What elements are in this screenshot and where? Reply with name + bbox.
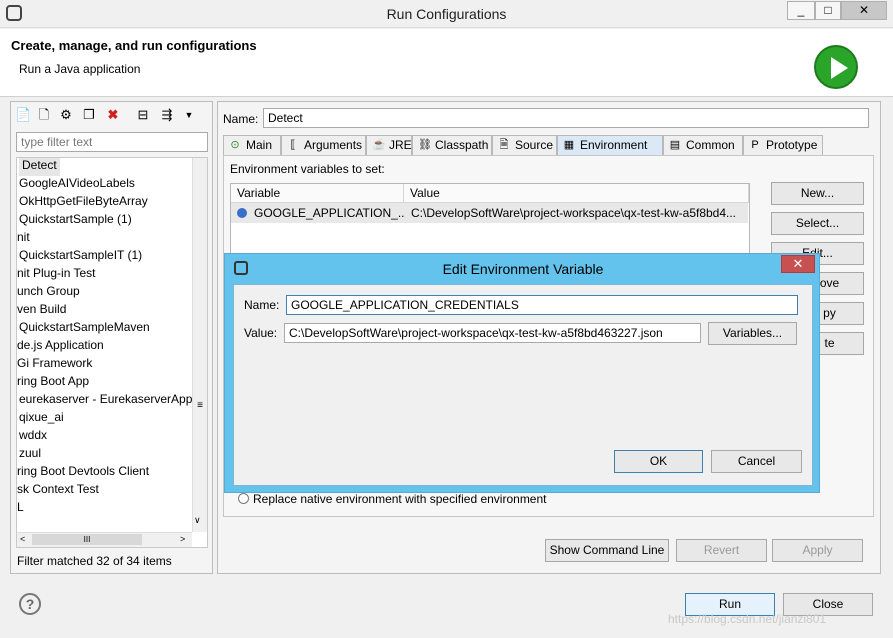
tree-item[interactable]: OkHttpGetFileByteArray [19,194,148,212]
window-title: Run Configurations [386,6,507,22]
scroll-left-icon[interactable]: < [20,534,25,544]
tree-item[interactable]: Gi Framework [17,356,92,374]
common-icon: ▤ [669,139,681,151]
filter-input[interactable]: type filter text [16,132,208,152]
minimize-button[interactable]: _ [787,1,815,20]
tab-common[interactable]: ▤ Common [663,135,743,155]
dialog-value-label: Value: [244,326,278,340]
filter-status-text: Filter matched 32 of 34 items [17,554,172,568]
tree-horizontal-scrollbar[interactable]: < III > [17,532,192,547]
replace-native-radio[interactable]: Replace native environment with specifie… [238,492,547,506]
tab-main[interactable]: ⊙ Main [223,135,281,155]
tree-item[interactable]: de.js Application [17,338,104,356]
new-config-icon[interactable]: 📄 [15,107,31,123]
tree-item-detect[interactable]: Detect [19,158,60,176]
replace-native-label: Replace native environment with specifie… [253,492,547,506]
scroll-down-icon[interactable]: ∨ [194,515,201,526]
select-button[interactable]: Select... [771,212,864,235]
tree-item[interactable]: nit [17,230,30,248]
help-icon[interactable]: ? [19,593,41,615]
tree-item[interactable]: ven Build [17,302,66,320]
window-titlebar: Run Configurations _ □ ✕ [0,0,893,28]
scroll-grip[interactable]: ≡ [195,390,205,422]
tab-source[interactable]: 🗎 Source [492,135,557,155]
source-icon: 🗎 [499,139,509,151]
tree-item[interactable]: wddx [19,428,47,446]
env-vars-label: Environment variables to set: [230,162,385,176]
env-var-icon [237,208,247,218]
name-input[interactable]: Detect [263,108,869,128]
column-header-value[interactable]: Value [404,184,749,203]
tab-bar: ⊙ Main ⟦ Arguments ☕ JRE ⛓ Classpath 🗎 Source… [223,135,883,155]
apply-button[interactable]: Apply [772,539,863,562]
classpath-icon: ⛓ [418,139,432,151]
column-header-variable[interactable]: Variable [231,184,404,203]
tree-item[interactable]: GoogleAIVideoLabels [19,176,135,194]
configuration-tree: Detect GoogleAIVideoLabels OkHttpGetFile… [16,157,208,548]
duplicate-icon[interactable]: ❐ [81,107,97,123]
table-cell-value: C:\DevelopSoftWare\project-workspace\qx-… [411,206,737,220]
new-prototype-icon[interactable]: 🗋 [36,107,52,123]
configuration-list-pane: 📄 🗋 ⚙ ❐ ✖ ⊟ ⇶ ▼ type filter text Detect … [10,101,213,574]
ok-button[interactable]: OK [614,450,703,473]
radio-icon[interactable] [238,493,249,504]
tree-item[interactable]: eurekaserver - EurekaserverApplic [19,392,204,410]
tab-classpath[interactable]: ⛓ Classpath [412,135,492,155]
dialog-name-input[interactable]: GOOGLE_APPLICATION_CREDENTIALS [286,295,798,315]
table-cell-variable: GOOGLE_APPLICATION_... [254,206,404,220]
maximize-button[interactable]: □ [815,1,841,20]
cancel-button[interactable]: Cancel [711,450,802,473]
export-icon[interactable]: ⚙ [58,107,74,123]
tree-item[interactable]: unch Group [17,284,80,302]
tree-item[interactable]: qixue_ai [19,410,64,428]
close-window-button[interactable]: ✕ [841,1,887,20]
tree-item[interactable]: ring Boot Devtools Client [17,464,149,482]
tree-item[interactable]: nit Plug-in Test [17,266,96,284]
dialog-value-input[interactable]: C:\DevelopSoftWare\project-workspace\qx-… [284,323,701,343]
jre-icon: ☕ [372,139,386,151]
tree-item[interactable]: sk Context Test [17,482,99,500]
dialog-header: Create, manage, and run configurations R… [0,29,893,97]
hscroll-thumb[interactable]: III [32,534,142,545]
dialog-close-button[interactable]: ✕ [781,255,815,273]
tree-item[interactable]: QuickstartSampleIT (1) [19,248,142,266]
dialog-title: Edit Environment Variable [442,261,604,277]
prototype-icon: P [751,139,759,151]
new-button[interactable]: New... [771,182,864,205]
tab-prototype[interactable]: P Prototype [743,135,823,155]
tree-vertical-scrollbar[interactable]: ≡ ∨ [192,158,207,532]
filter-icon[interactable]: ⇶ [159,107,175,123]
collapse-all-icon[interactable]: ⊟ [135,107,151,123]
revert-button[interactable]: Revert [676,539,767,562]
delete-icon[interactable]: ✖ [105,107,121,123]
main-icon: ⊙ [230,139,240,151]
dialog-body: Name: GOOGLE_APPLICATION_CREDENTIALS Val… [233,284,813,486]
edit-env-var-dialog: Edit Environment Variable ✕ Name: GOOGLE… [224,253,820,493]
tree-item[interactable]: QuickstartSampleMaven [19,320,150,338]
dialog-name-label: Name: [244,298,280,312]
watermark: https://blog.csdn.net/jianzi801 [668,612,827,626]
tree-item[interactable]: ring Boot App [17,374,89,392]
variables-button[interactable]: Variables... [708,322,797,345]
tree-item[interactable]: zuul [19,446,41,464]
name-label: Name: [223,112,259,126]
tab-arguments[interactable]: ⟦ Arguments [281,135,366,155]
environment-icon: ▦ [563,139,575,151]
tab-environment[interactable]: ▦ Environment [557,135,663,155]
run-play-icon [814,45,858,89]
header-title: Create, manage, and run configurations [11,38,257,53]
header-subtitle: Run a Java application [19,62,141,76]
arguments-icon: ⟦ [290,139,296,151]
scroll-right-icon[interactable]: > [180,534,185,544]
tab-jre[interactable]: ☕ JRE [366,135,412,155]
tree-item[interactable]: QuickstartSample (1) [19,212,132,230]
show-command-line-button[interactable]: Show Command Line [545,539,669,562]
view-menu-chevron-down-icon[interactable]: ▼ [181,107,197,123]
tree-item[interactable]: L [17,500,24,518]
